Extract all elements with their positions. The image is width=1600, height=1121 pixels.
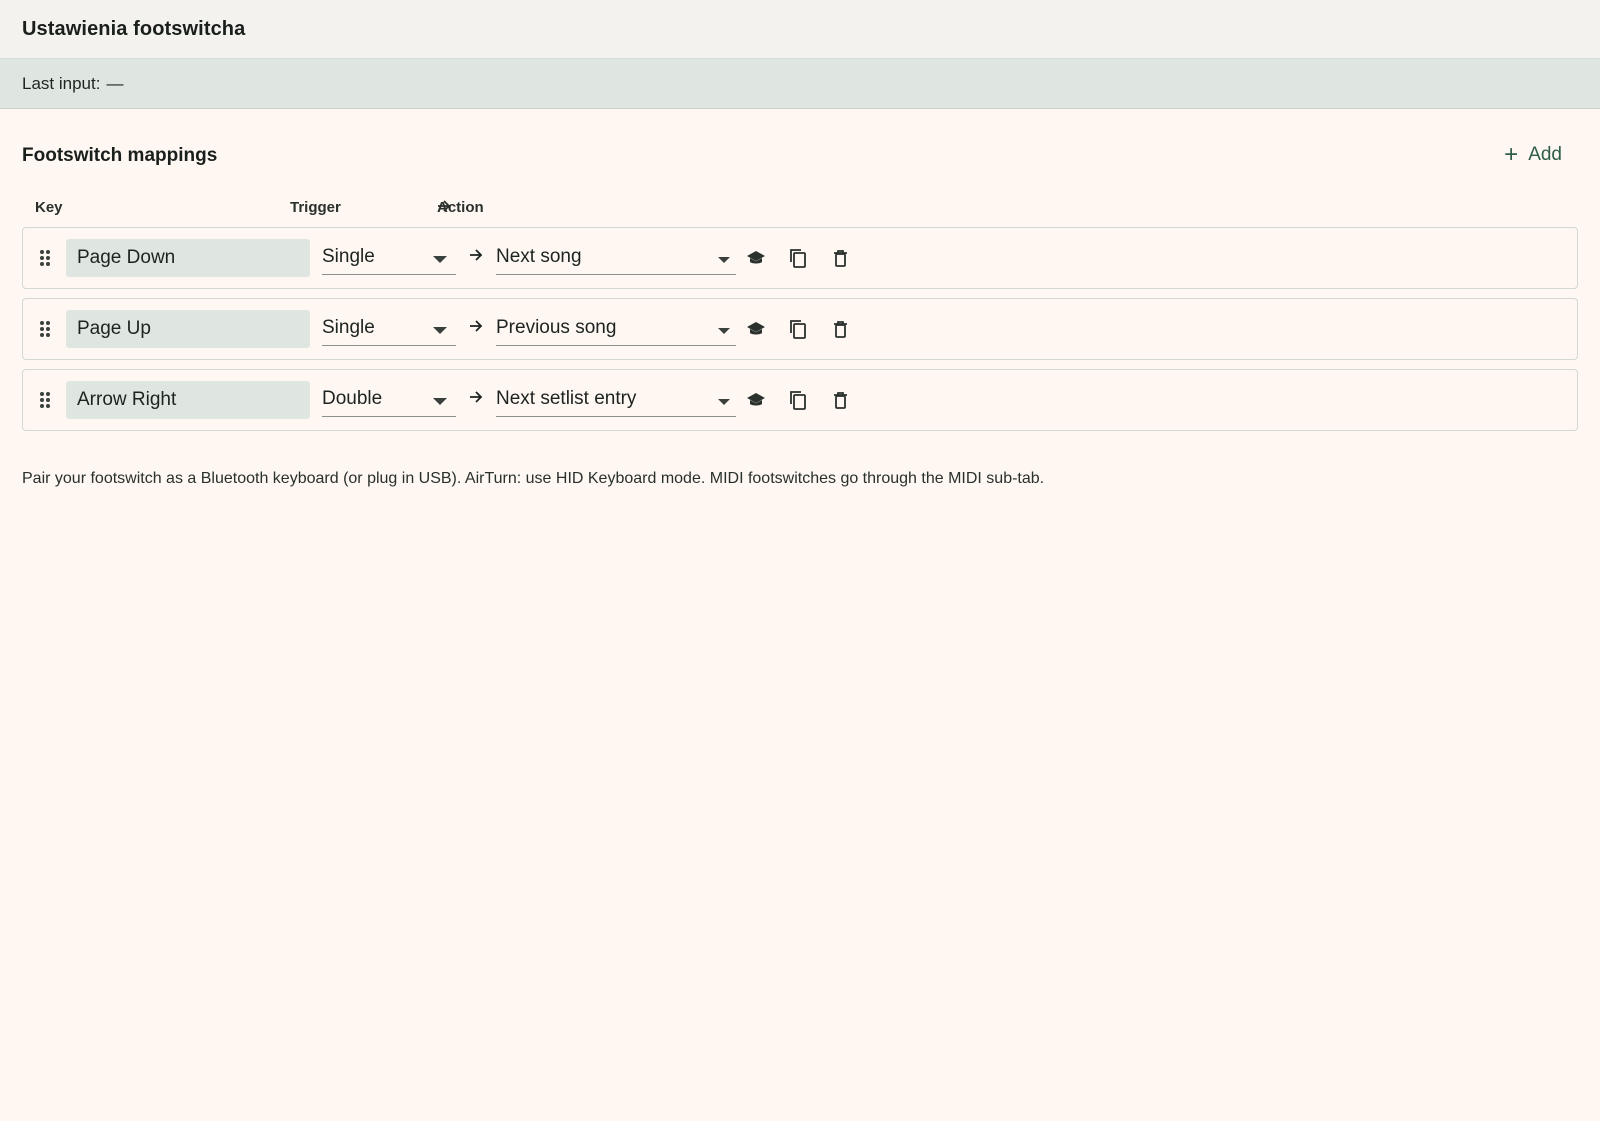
trigger-select[interactable]: Single	[322, 240, 456, 275]
action-select[interactable]: Next song	[496, 240, 736, 275]
mapping-row: Page Down Single Next song	[22, 227, 1578, 289]
top-bar: Ustawienia footswitcha	[0, 0, 1600, 59]
copy-icon[interactable]	[787, 318, 809, 340]
column-action: Action	[437, 199, 484, 216]
action-value: Previous song	[496, 317, 617, 338]
mapping-list: Page Down Single Next song Page Up Singl…	[0, 227, 1600, 431]
add-mapping-button[interactable]: + Add	[1504, 143, 1562, 167]
chevron-down-icon	[718, 328, 730, 334]
trigger-value: Double	[322, 388, 383, 409]
mapping-row: Arrow Right Double Next setlist entry	[22, 369, 1578, 431]
arrow-right-icon	[469, 390, 484, 409]
arrow-right-icon	[469, 248, 484, 267]
trigger-select[interactable]: Double	[322, 382, 456, 417]
section-title: Footswitch mappings	[22, 145, 218, 166]
delete-icon[interactable]	[829, 318, 851, 340]
action-select[interactable]: Next setlist entry	[496, 382, 736, 417]
drag-handle-icon[interactable]	[39, 249, 51, 272]
last-input-label: Last input:	[22, 73, 101, 93]
mappings-header: Footswitch mappings + Add	[0, 109, 1600, 199]
chevron-down-icon	[718, 257, 730, 263]
chevron-down-icon	[718, 399, 730, 405]
chevron-down-icon	[433, 256, 447, 263]
chevron-down-icon	[433, 327, 447, 334]
add-label: Add	[1528, 144, 1562, 165]
key-capture-field[interactable]: Arrow Right	[66, 381, 310, 419]
column-trigger: Trigger	[290, 199, 341, 216]
last-input-bar: Last input: —	[0, 59, 1600, 109]
plus-icon: +	[1504, 141, 1519, 168]
drag-handle-icon[interactable]	[39, 391, 51, 414]
last-input-value: —	[106, 73, 124, 93]
learn-icon[interactable]	[745, 389, 767, 411]
mapping-row: Page Up Single Previous song	[22, 298, 1578, 360]
learn-icon[interactable]	[745, 318, 767, 340]
key-capture-field[interactable]: Page Down	[66, 239, 310, 277]
chevron-down-icon	[433, 398, 447, 405]
copy-icon[interactable]	[787, 247, 809, 269]
trigger-select[interactable]: Single	[322, 311, 456, 346]
copy-icon[interactable]	[787, 389, 809, 411]
help-text: Pair your footswitch as a Bluetooth keyb…	[22, 470, 1045, 487]
column-action-label: Action	[437, 199, 484, 216]
drag-handle-icon[interactable]	[39, 320, 51, 343]
action-value: Next song	[496, 246, 582, 267]
learn-icon[interactable]	[745, 247, 767, 269]
column-key: Key	[35, 199, 63, 216]
delete-icon[interactable]	[829, 389, 851, 411]
key-capture-field[interactable]: Page Up	[66, 310, 310, 348]
action-select[interactable]: Previous song	[496, 311, 736, 346]
trigger-value: Single	[322, 246, 375, 267]
column-headers: Key Trigger Action	[0, 199, 1600, 227]
page-title: Ustawienia footswitcha	[22, 17, 246, 40]
trigger-value: Single	[322, 317, 375, 338]
action-value: Next setlist entry	[496, 388, 637, 409]
arrow-right-icon	[469, 319, 484, 338]
delete-icon[interactable]	[829, 247, 851, 269]
